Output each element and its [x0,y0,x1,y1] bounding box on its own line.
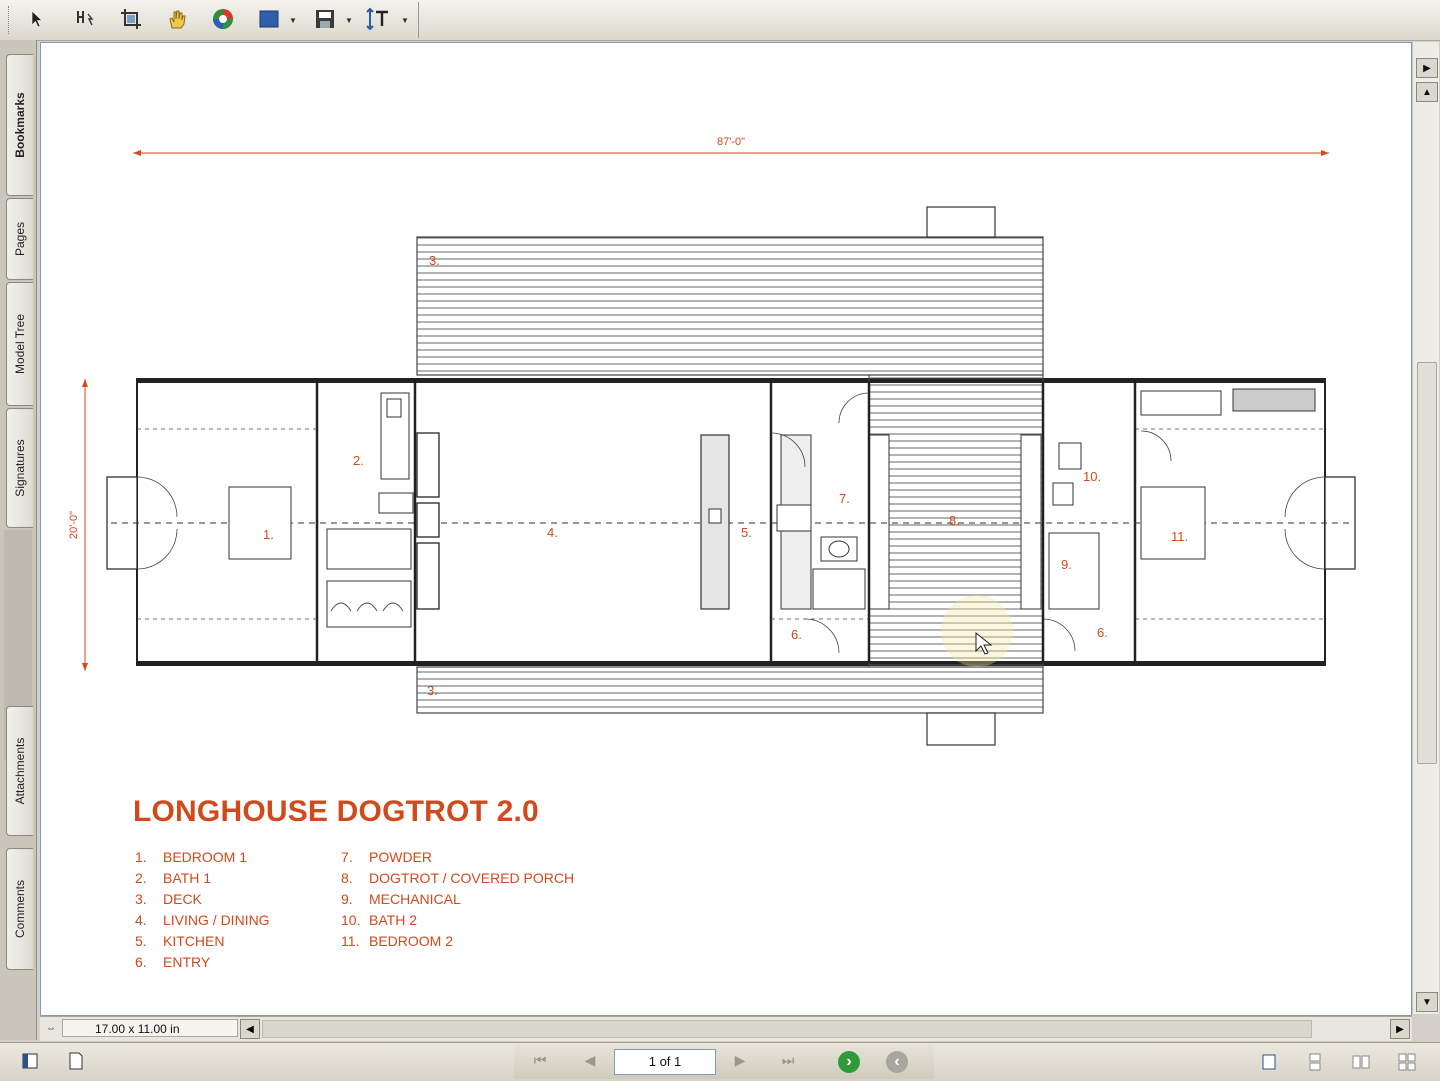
scroll-down-icon[interactable]: ▼ [1416,992,1438,1012]
bed-1 [228,486,292,560]
tab-pages[interactable]: Pages [6,198,33,280]
steps-bottom [926,712,996,746]
fill-area-icon[interactable] [254,4,284,34]
status-bar: ⏮ ◀ 1 of 1 ▶ ⏭ › ‹ [0,1042,1440,1081]
room-tag-9: 9. [1061,557,1072,572]
page-navigation [514,1045,934,1079]
room-legend-left: 1. BEDROOM 1 2. BATH 1 3. DECK 4. LIVING / D… [135,847,270,973]
scroll-right-icon[interactable]: ▶ [1416,58,1438,78]
tab-label: Pages [13,221,27,257]
room-tag-3-top: 3. [429,253,440,268]
dogtrot-wall-left [868,434,890,610]
chevron-down-icon[interactable]: ▼ [289,16,297,25]
legend-item: 10. BATH 2 [341,912,417,928]
page-size-readout: 17.00 x 11.00 in [62,1019,238,1037]
room-tag-5: 5. [741,525,752,540]
hand-tool-icon[interactable] [162,4,192,34]
scroll-left-icon[interactable]: ◀ [240,1019,260,1039]
tab-label: Signatures [13,439,27,497]
navigation-pane-tabs: Bookmarks Pages Model Tree Signatures At… [0,40,37,1040]
page-number-field[interactable]: 1 of 1 [614,1049,716,1075]
dimension-width-label: 87'-0" [717,136,745,148]
tab-signatures[interactable]: Signatures [6,408,33,528]
tab-label: Model Tree [13,313,27,375]
main-toolbar: ▼ ▼ ▼ [0,0,1440,41]
room-tag-6-left: 6. [791,627,802,642]
sheet-title: LONGHOUSE DOGTROT 2.0 [133,795,539,828]
room-tag-4: 4. [547,525,558,540]
tab-model-tree[interactable]: Model Tree [6,282,33,406]
toolbar-divider [418,2,419,38]
single-page-view-icon[interactable] [1258,1051,1280,1073]
go-forward-icon[interactable]: › [838,1051,860,1073]
tab-label: Attachments [13,737,27,805]
scroll-right-icon[interactable]: ▶ [1390,1019,1410,1039]
mouse-cursor-icon [941,595,1013,667]
tab-attachments[interactable]: Attachments [6,706,33,836]
legend-item: 1. BEDROOM 1 [135,849,248,865]
steps-top [926,206,996,238]
crop-icon[interactable] [116,4,146,34]
room-tag-11: 11. [1171,529,1188,544]
legend-item: 6. ENTRY [135,954,211,970]
resize-grip-icon[interactable]: ⇔ [46,1023,56,1034]
tab-comments[interactable]: Comments [6,848,33,970]
room-legend-right: 7. POWDER 8. DOGTROT / COVERED PORCH 9. MEC… [341,847,574,952]
bed-2 [1140,486,1206,560]
room-tag-8: 8. [949,513,960,528]
previous-page-icon[interactable]: ◀ [578,1049,602,1071]
continuous-facing-view-icon[interactable] [1396,1051,1418,1073]
room-tag-6-right: 6. [1097,625,1108,640]
room-tag-10: 10. [1083,469,1101,484]
navigation-pane-icon[interactable] [20,1051,40,1071]
rotate-view-icon[interactable] [208,4,238,34]
text-select-icon[interactable] [70,4,100,34]
vertical-scrollbar[interactable]: ▶ ▲ ▼ [1412,42,1439,1014]
dimension-depth-label: 20'-0" [68,511,80,539]
deck-top [416,236,1044,376]
measure-icon[interactable] [364,4,394,34]
scroll-up-icon[interactable]: ▲ [1416,82,1438,102]
room-tag-7: 7. [839,491,850,506]
legend-item: 11. BEDROOM 2 [341,933,454,949]
room-tag-3-bottom: 3. [427,683,438,698]
horizontal-scroll-row: ⇔ 17.00 x 11.00 in ◀ ▶ [40,1016,1412,1041]
tab-label: Bookmarks [13,92,27,158]
continuous-view-icon[interactable] [1304,1051,1326,1073]
dimension-width [133,150,1329,156]
toolbar-grip[interactable] [8,6,12,34]
scroll-thumb[interactable] [1417,362,1437,764]
save-view-icon[interactable] [310,4,340,34]
kitchen-counters [776,434,866,610]
legend-item: 5. KITCHEN [135,933,225,949]
tab-bookmarks[interactable]: Bookmarks [6,54,33,196]
chevron-down-icon[interactable]: ▼ [401,16,409,25]
document-icon[interactable] [66,1051,86,1071]
living-storage [416,432,440,610]
legend-item: 8. DOGTROT / COVERED PORCH [341,870,575,886]
tab-label: Comments [13,879,27,939]
legend-item: 9. MECHANICAL [341,891,461,907]
go-back-icon[interactable]: ‹ [886,1051,908,1073]
deck-bottom [416,666,1044,714]
dogtrot-wall-right [1020,434,1042,610]
sink [708,508,722,524]
dimension-depth [82,379,88,671]
legend-item: 2. BATH 1 [135,870,211,886]
horizontal-scroll-track[interactable] [262,1020,1312,1038]
document-view[interactable]: 87'-0" 20'-0" 1. 2. 3. 3. 4. 5. 6. 6. 7.… [40,42,1412,1016]
bath-1-fixtures [326,392,414,628]
last-page-icon[interactable]: ⏭ [776,1049,800,1071]
next-page-icon[interactable]: ▶ [728,1049,752,1071]
room-tag-1: 1. [263,527,274,542]
chevron-down-icon[interactable]: ▼ [345,16,353,25]
legend-item: 4. LIVING / DINING [135,912,270,928]
legend-item: 7. POWDER [341,849,432,865]
facing-view-icon[interactable] [1350,1051,1372,1073]
legend-item: 3. DECK [135,891,202,907]
select-tool-icon[interactable] [22,4,52,34]
room-tag-2: 2. [353,453,364,468]
first-page-icon[interactable]: ⏮ [528,1049,552,1071]
